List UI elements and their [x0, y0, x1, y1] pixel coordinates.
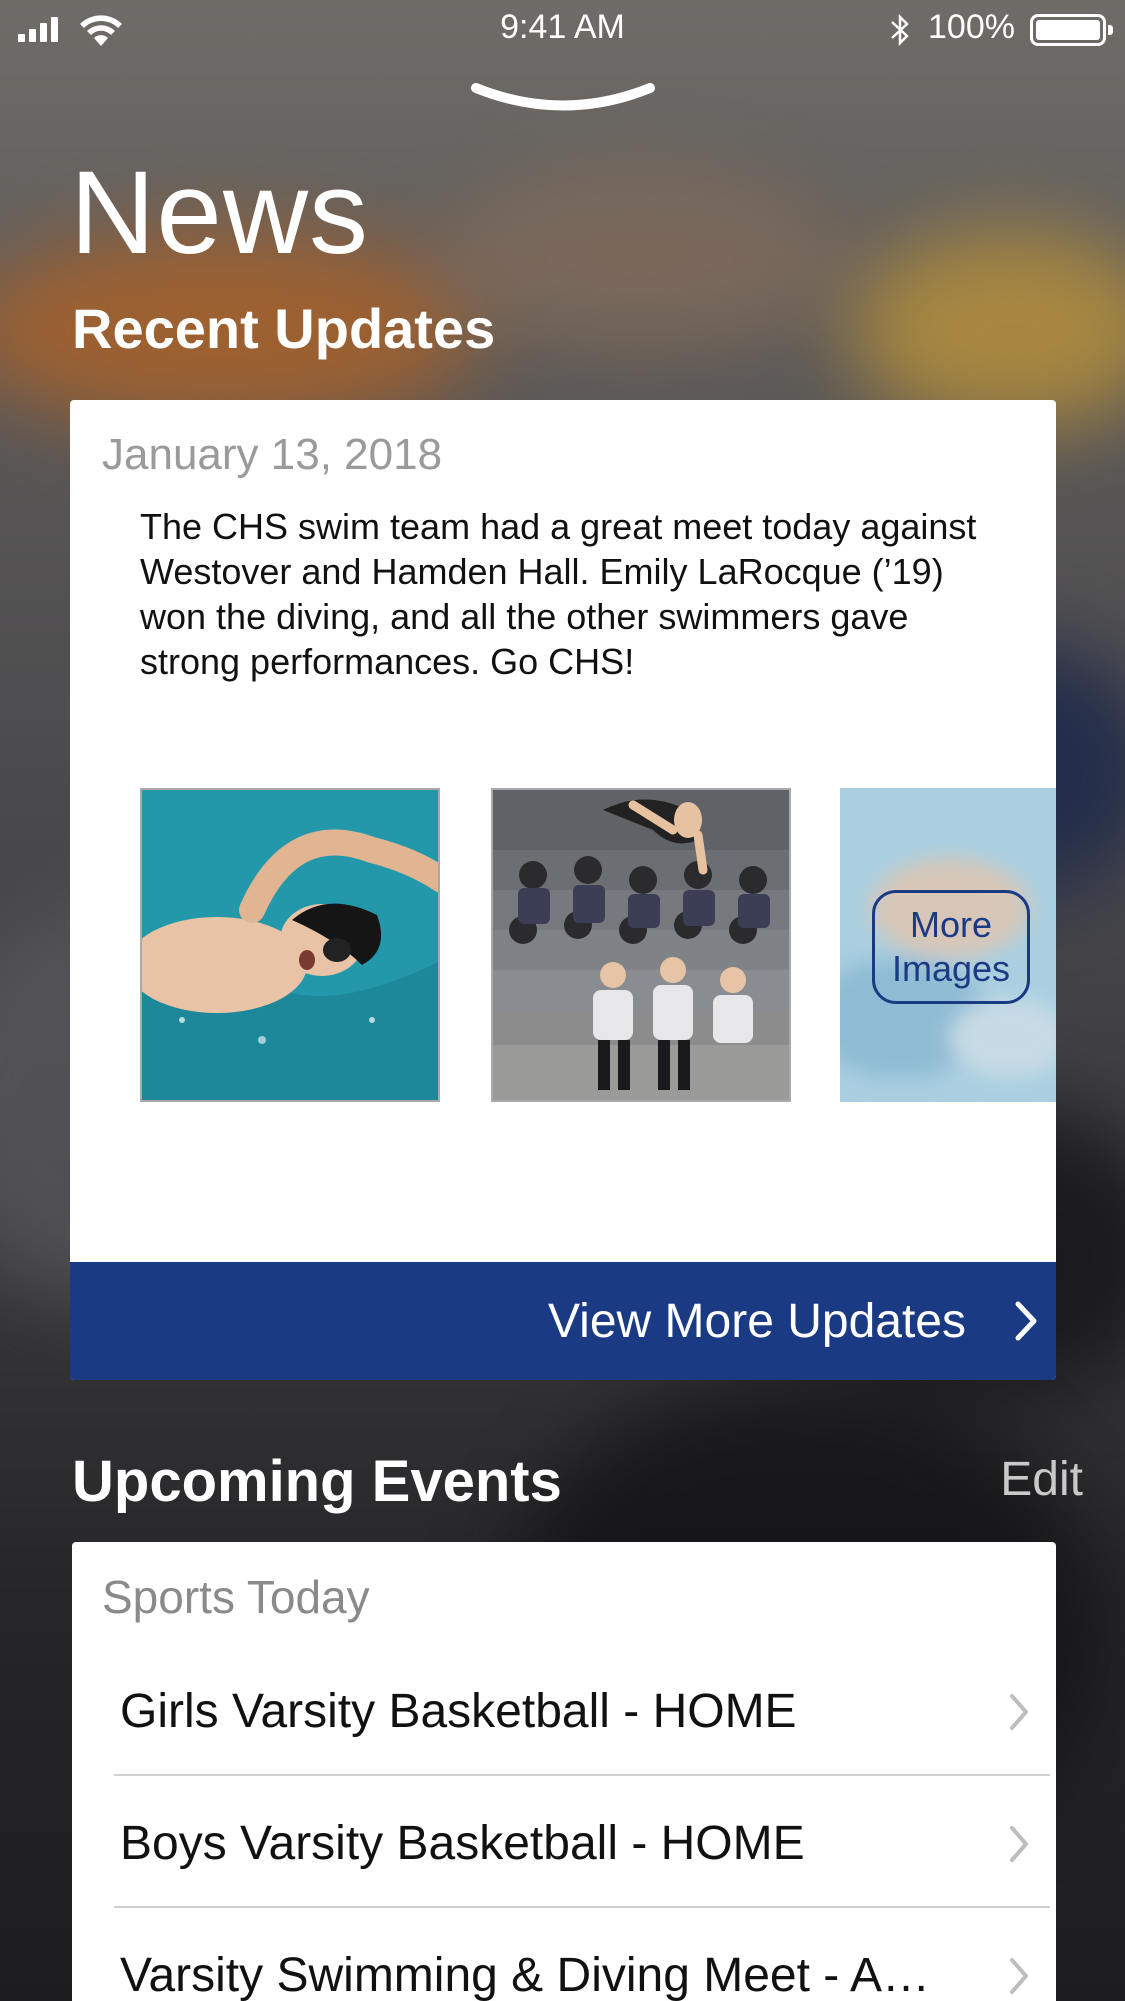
news-update-card: January 13, 2018 The CHS swim team had a…	[70, 400, 1056, 1380]
view-more-updates-label: View More Updates	[548, 1295, 966, 1348]
row-divider	[114, 1774, 1050, 1776]
event-label: Boys Varsity Basketball - HOME	[120, 1817, 805, 1870]
chevron-down-icon[interactable]	[468, 78, 658, 122]
event-row[interactable]: Girls Varsity Basketball - HOME	[72, 1646, 1056, 1776]
more-images-button[interactable]: More Images	[872, 890, 1030, 1004]
event-row[interactable]: Boys Varsity Basketball - HOME	[72, 1778, 1056, 1908]
upcoming-events-heading: Upcoming Events	[72, 1449, 562, 1514]
event-label: Varsity Swimming & Diving Meet - A…	[120, 1949, 930, 2001]
event-label: Girls Varsity Basketball - HOME	[120, 1685, 797, 1738]
swimmer-photo[interactable]	[140, 788, 440, 1102]
status-bar: 9:41 AM 100%	[0, 0, 1125, 60]
events-card: Sports Today Girls Varsity Basketball - …	[72, 1542, 1056, 2001]
sports-today-label: Sports Today	[102, 1571, 370, 1623]
battery-icon	[1030, 14, 1113, 46]
edit-button[interactable]: Edit	[1000, 1452, 1083, 1507]
chevron-right-icon	[1010, 1826, 1028, 1862]
chevron-right-icon	[1015, 1301, 1037, 1341]
bluetooth-icon	[891, 13, 909, 47]
page-title: News	[70, 147, 370, 279]
event-row[interactable]: Varsity Swimming & Diving Meet - A…	[72, 1910, 1056, 2001]
chevron-right-icon	[1010, 1694, 1028, 1730]
view-more-updates-button[interactable]: View More Updates	[70, 1262, 1056, 1380]
post-body: The CHS swim team had a great meet today…	[140, 506, 977, 682]
post-date: January 13, 2018	[102, 430, 443, 479]
row-divider	[114, 1906, 1050, 1908]
battery-percentage: 100%	[928, 8, 1015, 46]
recent-updates-heading: Recent Updates	[72, 297, 496, 360]
diver-photo[interactable]	[491, 788, 791, 1102]
chevron-right-icon	[1010, 1958, 1028, 1994]
